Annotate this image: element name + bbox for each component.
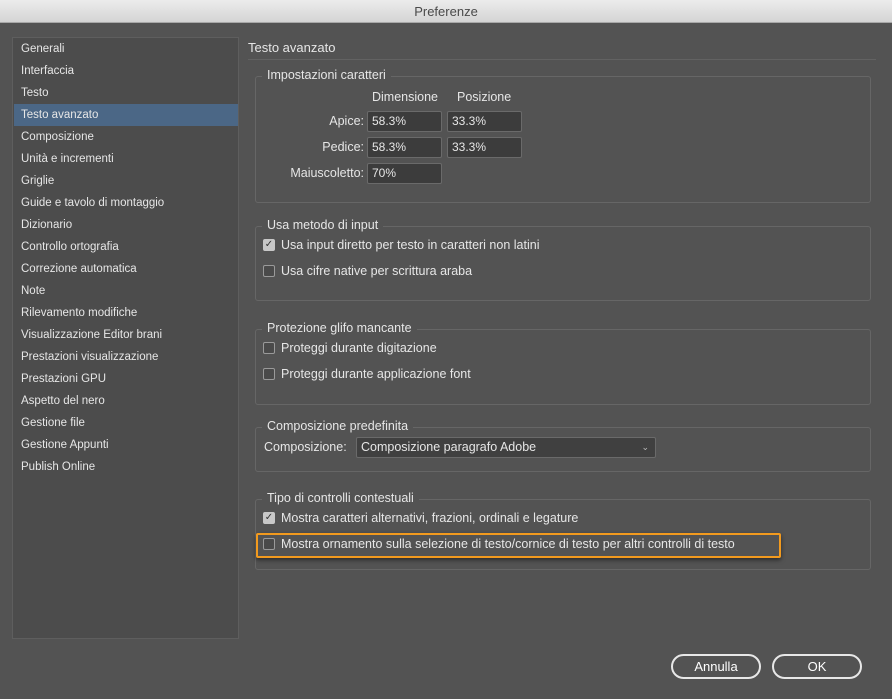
composer-select[interactable]: Composizione paragrafo Adobe ⌄ [356, 437, 656, 458]
sidebar-item-testo-avanzato[interactable]: Testo avanzato [14, 104, 238, 126]
sidebar-item-dizionario[interactable]: Dizionario [14, 214, 238, 236]
pedice-size-input[interactable]: 58.3% [367, 137, 442, 158]
sidebar-item-prestazioni-gpu[interactable]: Prestazioni GPU [14, 368, 238, 390]
sidebar-item-testo[interactable]: Testo [14, 82, 238, 104]
native-digits-checkbox[interactable]: Usa cifre native per scrittura araba [263, 264, 472, 278]
pedice-label: Pedice: [322, 140, 364, 154]
cancel-button[interactable]: Annulla [671, 654, 761, 679]
checkbox-icon [263, 538, 275, 550]
group-label: Tipo di controlli contestuali [262, 491, 419, 505]
checkbox-label: Mostra caratteri alternativi, frazioni, … [281, 511, 579, 525]
composer-value: Composizione paragrafo Adobe [361, 440, 537, 454]
window-title: Preferenze [0, 0, 892, 23]
sidebar-item-note[interactable]: Note [14, 280, 238, 302]
checkmark-icon: ✓ [263, 512, 275, 524]
apice-position-input[interactable]: 33.3% [447, 111, 522, 132]
group-label: Protezione glifo mancante [262, 321, 417, 335]
checkbox-label: Usa cifre native per scrittura araba [281, 264, 473, 278]
checkbox-icon [263, 368, 275, 380]
protect-font-checkbox[interactable]: Proteggi durante applicazione font [263, 367, 471, 381]
checkmark-icon: ✓ [263, 239, 275, 251]
page-title: Testo avanzato [248, 40, 336, 55]
apice-size-input[interactable]: 58.3% [367, 111, 442, 132]
checkbox-icon [263, 342, 275, 354]
pedice-position-input[interactable]: 33.3% [447, 137, 522, 158]
apice-label: Apice: [329, 114, 364, 128]
sidebar-item-composizione[interactable]: Composizione [14, 126, 238, 148]
checkbox-label: Mostra ornamento sulla selezione di test… [281, 537, 735, 551]
sidebar-item-visualizzazione-editor[interactable]: Visualizzazione Editor brani [14, 324, 238, 346]
checkbox-label: Usa input diretto per testo in caratteri… [281, 238, 540, 252]
sidebar-item-correzione-automatica[interactable]: Correzione automatica [14, 258, 238, 280]
sidebar: Generali Interfaccia Testo Testo avanzat… [12, 37, 239, 639]
sidebar-item-unita[interactable]: Unità e incrementi [14, 148, 238, 170]
sidebar-item-aspetto-nero[interactable]: Aspetto del nero [14, 390, 238, 412]
sidebar-item-gestione-appunti[interactable]: Gestione Appunti [14, 434, 238, 456]
sidebar-item-griglie[interactable]: Griglie [14, 170, 238, 192]
ok-button[interactable]: OK [772, 654, 862, 679]
chevron-down-icon: ⌄ [641, 442, 649, 452]
show-adornment-checkbox[interactable]: Mostra ornamento sulla selezione di test… [263, 537, 735, 551]
protect-typing-checkbox[interactable]: Proteggi durante digitazione [263, 341, 437, 355]
group-label: Usa metodo di input [262, 218, 384, 232]
maiuscoletto-size-input[interactable]: 70% [367, 163, 442, 184]
checkbox-icon [263, 265, 275, 277]
sidebar-item-publish-online[interactable]: Publish Online [14, 456, 238, 478]
sidebar-item-controllo-ortografia[interactable]: Controllo ortografia [14, 236, 238, 258]
direct-input-checkbox[interactable]: ✓ Usa input diretto per testo in caratter… [263, 238, 539, 252]
column-header-position: Posizione [457, 90, 512, 104]
group-label: Composizione predefinita [262, 419, 414, 433]
show-alternates-checkbox[interactable]: ✓ Mostra caratteri alternativi, frazioni,… [263, 511, 578, 525]
sidebar-item-rilevamento-modifiche[interactable]: Rilevamento modifiche [14, 302, 238, 324]
sidebar-item-generali[interactable]: Generali [14, 38, 238, 60]
sidebar-item-gestione-file[interactable]: Gestione file [14, 412, 238, 434]
sidebar-item-interfaccia[interactable]: Interfaccia [14, 60, 238, 82]
checkbox-label: Proteggi durante digitazione [281, 341, 437, 355]
composer-label: Composizione: [264, 440, 347, 454]
sidebar-item-prestazioni-visualizzazione[interactable]: Prestazioni visualizzazione [14, 346, 238, 368]
group-label: Impostazioni caratteri [262, 68, 391, 82]
sidebar-item-guide[interactable]: Guide e tavolo di montaggio [14, 192, 238, 214]
divider [248, 59, 876, 60]
maiuscoletto-label: Maiuscoletto: [290, 166, 364, 180]
column-header-size: Dimensione [372, 90, 439, 104]
checkbox-label: Proteggi durante applicazione font [281, 367, 471, 381]
